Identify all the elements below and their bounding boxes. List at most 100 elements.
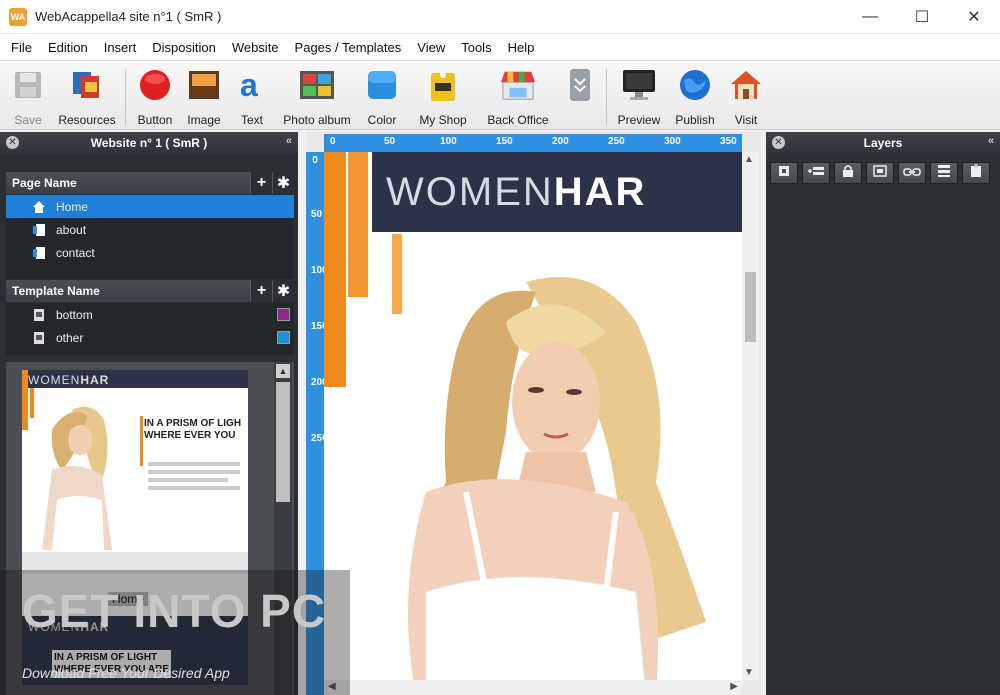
orange-accent-bar[interactable] bbox=[324, 152, 346, 387]
template-color-swatch[interactable] bbox=[277, 331, 290, 344]
template-item-other[interactable]: other bbox=[6, 326, 294, 349]
toolbar-expand-button[interactable] bbox=[566, 67, 594, 127]
page-item-about[interactable]: about bbox=[6, 218, 294, 241]
thumbnail-scroll-thumb[interactable] bbox=[276, 382, 290, 502]
save-button[interactable]: Save bbox=[8, 67, 48, 127]
horizontal-ruler: 0 50 100 150 200 250 300 350 bbox=[324, 134, 742, 152]
photo-album-tool[interactable]: Photo album bbox=[280, 67, 354, 127]
button-tool[interactable]: Button bbox=[134, 67, 176, 127]
text-tool[interactable]: a Text bbox=[232, 67, 272, 127]
canvas-vertical-scrollbar[interactable]: ▲ ▼ bbox=[742, 152, 759, 680]
my-shop-label: My Shop bbox=[419, 113, 467, 127]
menu-view[interactable]: View bbox=[409, 40, 453, 55]
site-logo[interactable]: WOMENHAR bbox=[386, 170, 646, 215]
layer-lock-button[interactable] bbox=[834, 162, 862, 184]
lock-icon bbox=[842, 164, 854, 183]
ruler-tick-label: 50 bbox=[311, 209, 323, 220]
frame-icon bbox=[873, 164, 887, 182]
save-label: Save bbox=[14, 113, 42, 127]
menu-edition[interactable]: Edition bbox=[40, 40, 96, 55]
menu-pages-templates[interactable]: Pages / Templates bbox=[287, 40, 410, 55]
ruler-tick-label: 100 bbox=[311, 265, 328, 276]
house-icon bbox=[728, 67, 764, 103]
menu-file[interactable]: File bbox=[3, 40, 40, 55]
chevron-down-icon bbox=[562, 67, 598, 103]
close-button[interactable]: ✕ bbox=[948, 0, 1000, 34]
layer-clipboard-button[interactable] bbox=[962, 162, 990, 184]
ruler-tick-label: 350 bbox=[720, 136, 737, 147]
page-item-label: Home bbox=[56, 199, 89, 214]
menu-bar: File Edition Insert Disposition Website … bbox=[0, 34, 1000, 60]
template-item-bottom[interactable]: bottom bbox=[6, 303, 294, 326]
layers-panel-title: Layers bbox=[863, 136, 903, 150]
color-tool[interactable]: Color bbox=[362, 67, 402, 127]
template-icon bbox=[32, 308, 46, 322]
watermark-subtitle: Download Free Your Desired App bbox=[22, 665, 230, 681]
page-settings-gear-icon[interactable]: ✱ bbox=[272, 172, 294, 194]
menu-website[interactable]: Website bbox=[224, 40, 287, 55]
scroll-down-arrow-icon[interactable]: ▼ bbox=[744, 667, 754, 678]
image-icon bbox=[186, 67, 222, 103]
ruler-tick-label: 0 bbox=[330, 136, 336, 147]
ruler-tick-label: 150 bbox=[496, 136, 513, 147]
add-page-button[interactable]: + bbox=[250, 172, 272, 194]
thumb-accent-bar bbox=[22, 370, 28, 430]
title-bar: WA WebAcappella4 site n°1 ( SmR ) — ☐ ✕ bbox=[0, 0, 1000, 34]
page-item-label: about bbox=[56, 222, 87, 237]
menu-disposition[interactable]: Disposition bbox=[144, 40, 224, 55]
menu-tools[interactable]: Tools bbox=[453, 40, 499, 55]
thumb-logo: WOMENHAR bbox=[28, 373, 110, 387]
add-template-button[interactable]: + bbox=[250, 280, 272, 302]
scroll-up-arrow-icon[interactable]: ▲ bbox=[276, 364, 290, 378]
thumb-text-line bbox=[148, 478, 228, 482]
model-photo[interactable] bbox=[386, 262, 706, 695]
orange-accent-bar[interactable] bbox=[348, 152, 368, 297]
layer-add-button[interactable] bbox=[802, 162, 830, 184]
canvas-horizontal-scrollbar[interactable]: ◀ ▶ bbox=[324, 680, 742, 695]
my-shop-tool[interactable]: My Shop bbox=[416, 67, 470, 127]
resources-button[interactable]: Resources bbox=[54, 67, 120, 127]
layer-select-button[interactable] bbox=[770, 162, 798, 184]
color-label: Color bbox=[367, 113, 397, 127]
image-tool[interactable]: Image bbox=[184, 67, 224, 127]
image-label: Image bbox=[187, 113, 221, 127]
menu-help[interactable]: Help bbox=[500, 40, 543, 55]
publish-button[interactable]: Publish bbox=[672, 67, 718, 127]
link-icon bbox=[903, 164, 921, 182]
page-icon bbox=[32, 246, 46, 260]
template-color-swatch[interactable] bbox=[277, 308, 290, 321]
text-label: Text bbox=[240, 113, 263, 127]
templates-section-header: Template Name + ✱ bbox=[6, 280, 294, 302]
preview-button[interactable]: Preview bbox=[614, 67, 664, 127]
preview-label: Preview bbox=[617, 113, 661, 127]
collapse-left-icon[interactable]: « bbox=[286, 135, 292, 147]
page-item-contact[interactable]: contact bbox=[6, 241, 294, 264]
collapse-right-icon[interactable]: « bbox=[988, 135, 994, 147]
thumb-headline: IN A PRISM OF LIGH WHERE EVER YOU bbox=[144, 418, 242, 441]
color-icon bbox=[364, 67, 400, 103]
ruler-tick-label: 200 bbox=[311, 377, 328, 388]
visit-label: Visit bbox=[734, 113, 758, 127]
minimize-button[interactable]: — bbox=[844, 0, 896, 34]
pages-section-header: Page Name + ✱ bbox=[6, 172, 294, 194]
page-item-label: contact bbox=[56, 245, 95, 260]
back-office-tool[interactable]: Back Office bbox=[484, 67, 552, 127]
scroll-right-arrow-icon[interactable]: ▶ bbox=[730, 681, 738, 692]
template-settings-gear-icon[interactable]: ✱ bbox=[272, 280, 294, 302]
web-page-canvas[interactable]: WOMENHAR bbox=[324, 152, 742, 695]
page-item-home[interactable]: Home bbox=[6, 195, 294, 218]
scroll-up-arrow-icon[interactable]: ▲ bbox=[744, 154, 754, 165]
app-icon: WA bbox=[9, 7, 27, 26]
visit-button[interactable]: Visit bbox=[726, 67, 766, 127]
maximize-button[interactable]: ☐ bbox=[896, 0, 948, 34]
panel-close-icon[interactable]: ✕ bbox=[772, 136, 785, 149]
canvas-scroll-thumb[interactable] bbox=[745, 272, 756, 342]
layer-frame-button[interactable] bbox=[866, 162, 894, 184]
menu-insert[interactable]: Insert bbox=[96, 40, 145, 55]
layer-link-button[interactable] bbox=[898, 162, 926, 184]
layer-arrange-button[interactable] bbox=[930, 162, 958, 184]
template-list: bottom other bbox=[6, 303, 294, 355]
layers-panel-header: ✕ Layers « bbox=[766, 132, 1000, 154]
templates-header-label: Template Name bbox=[12, 284, 100, 298]
panel-close-icon[interactable]: ✕ bbox=[6, 136, 19, 149]
